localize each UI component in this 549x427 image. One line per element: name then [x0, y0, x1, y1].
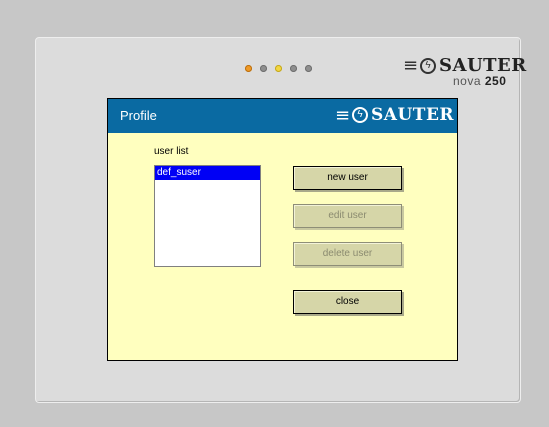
device-logo: ≡ ϟ SAUTER nova 250 — [403, 52, 526, 88]
led-indicator-4 — [290, 65, 297, 72]
status-leds — [245, 65, 312, 72]
titlebar-brand-name: SAUTER — [371, 105, 455, 125]
window-titlebar: Profile ≡ ϟ SAUTER — [108, 99, 457, 133]
led-indicator-5 — [305, 65, 312, 72]
close-button[interactable]: close — [293, 290, 402, 314]
led-indicator-3 — [275, 65, 282, 72]
brand-circle-icon: ϟ — [352, 107, 368, 123]
window-title: Profile — [120, 108, 157, 123]
brand-name: SAUTER — [439, 55, 527, 76]
brand-lines-icon: ≡ — [403, 55, 419, 76]
user-list-label: user list — [154, 146, 189, 157]
delete-user-button[interactable]: delete user — [293, 242, 402, 266]
led-indicator-1 — [245, 65, 252, 72]
led-indicator-2 — [260, 65, 267, 72]
brand-lines-icon: ≡ — [335, 105, 351, 126]
list-item[interactable]: def_suser — [155, 166, 260, 180]
new-user-button[interactable]: new user — [293, 166, 402, 190]
model-name: nova 250 — [453, 74, 507, 88]
user-list[interactable]: def_suser — [154, 165, 261, 267]
profile-window: Profile ≡ ϟ SAUTER user list def_suser n… — [107, 98, 458, 361]
edit-user-button[interactable]: edit user — [293, 204, 402, 228]
brand-circle-icon: ϟ — [420, 58, 436, 74]
titlebar-logo: ≡ ϟ SAUTER — [335, 105, 454, 127]
